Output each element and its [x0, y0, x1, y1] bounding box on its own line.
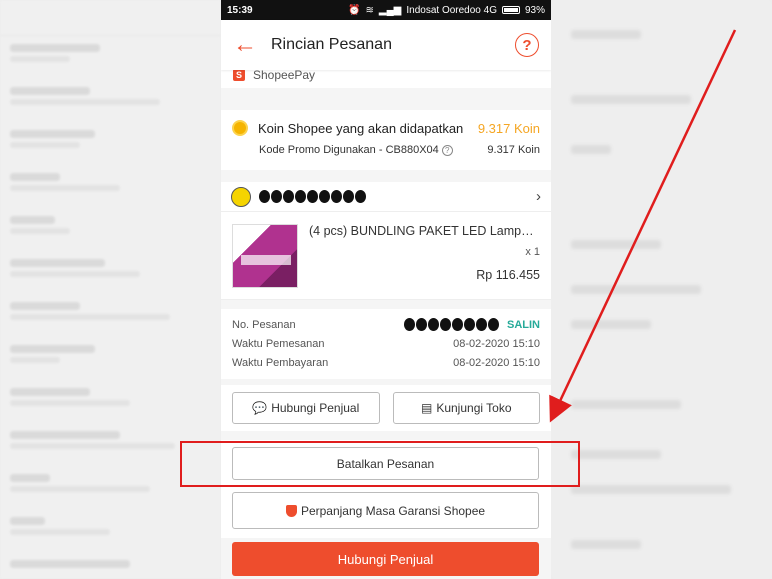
annotation-arrow: [549, 29, 737, 423]
arrow-left-icon[interactable]: ←: [233, 33, 263, 57]
help-icon[interactable]: ?: [515, 33, 539, 57]
page-title: Rincian Pesanan: [271, 36, 392, 53]
app-bar: ← Rincian Pesanan ?: [221, 20, 551, 70]
